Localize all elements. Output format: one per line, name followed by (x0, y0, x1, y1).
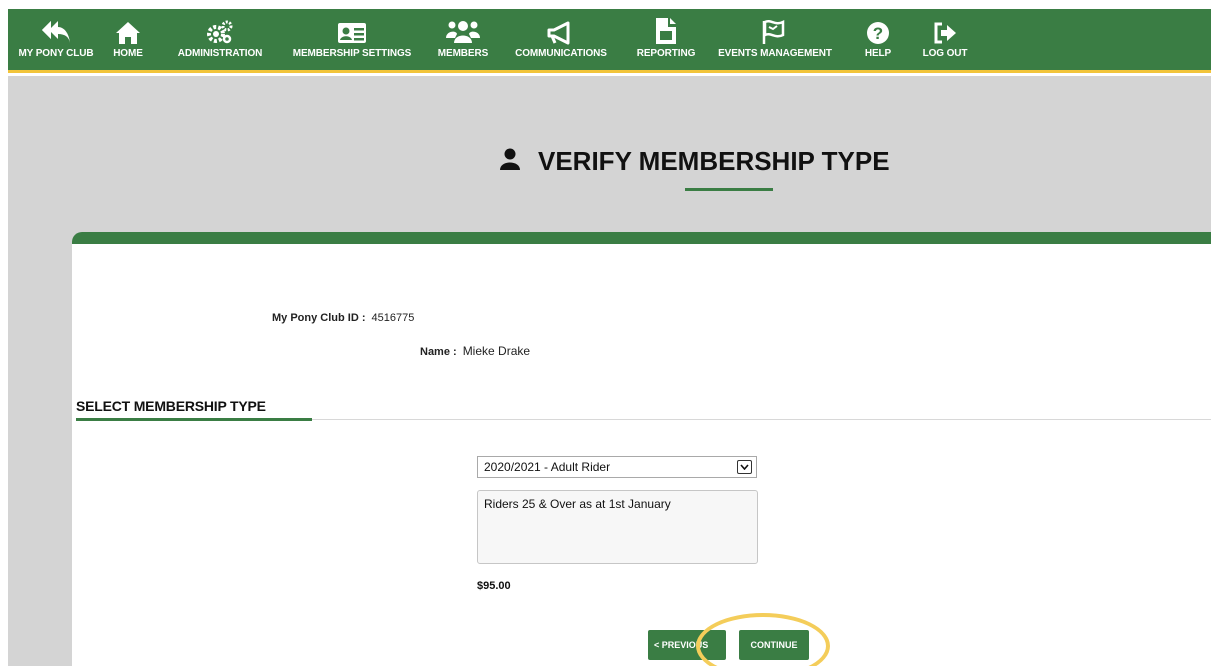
member-id-row: My Pony Club ID : 4516775 (272, 312, 414, 324)
previous-button[interactable]: < PREVIOUS (648, 630, 726, 660)
nav-reporting[interactable]: REPORTING (628, 9, 704, 73)
page-title-text: VERIFY MEMBERSHIP TYPE (538, 146, 890, 176)
nav-help[interactable]: ? HELP (860, 9, 896, 73)
member-id-value: 4516775 (371, 312, 415, 324)
nav-events-management[interactable]: EVENTS MANAGEMENT (711, 9, 839, 73)
id-card-icon (337, 9, 367, 47)
title-underline (685, 188, 773, 191)
nav-home[interactable]: HOME (108, 9, 148, 73)
user-icon (500, 146, 520, 177)
svg-text:?: ? (873, 24, 883, 43)
section-underline (76, 418, 312, 421)
megaphone-icon (546, 9, 576, 47)
nav-my-pony-club[interactable]: MY PONY CLUB (12, 9, 100, 73)
chevron-down-icon[interactable] (737, 460, 752, 474)
member-name-value: Mieke Drake (462, 344, 531, 358)
member-id-label: My Pony Club ID : (272, 312, 366, 324)
report-icon (654, 9, 678, 47)
reply-all-icon (41, 9, 71, 47)
continue-button[interactable]: CONTINUE (739, 630, 809, 660)
membership-price: $95.00 (477, 580, 511, 592)
membership-description[interactable]: Riders 25 & Over as at 1st January (477, 490, 758, 564)
member-name-label: Name : (420, 346, 457, 358)
gears-icon (206, 9, 234, 47)
content-card: My Pony Club ID : 4516775 Name : Mieke D… (72, 232, 1211, 666)
membership-type-selected: 2020/2021 - Adult Rider (484, 460, 611, 474)
section-heading: SELECT MEMBERSHIP TYPE (76, 398, 266, 414)
nav-membership-settings[interactable]: MEMBERSHIP SETTINGS (286, 9, 418, 73)
flag-icon (761, 9, 789, 47)
member-name-row: Name : Mieke Drake (420, 344, 530, 358)
nav-administration[interactable]: ADMINISTRATION (172, 9, 268, 73)
nav-members[interactable]: MEMBERS (433, 9, 493, 73)
home-icon (115, 9, 141, 47)
membership-type-select[interactable]: 2020/2021 - Adult Rider (477, 456, 757, 478)
nav-log-out[interactable]: LOG OUT (920, 9, 970, 73)
question-circle-icon: ? (866, 9, 890, 47)
sign-out-icon (933, 9, 957, 47)
users-icon (446, 9, 480, 47)
nav-communications[interactable]: COMMUNICATIONS (508, 9, 614, 73)
page-title: VERIFY MEMBERSHIP TYPE (500, 146, 890, 177)
page-header: VERIFY MEMBERSHIP TYPE (500, 146, 960, 196)
top-navigation-bar: MY PONY CLUB HOME ADMINISTRATION MEMBERS… (8, 9, 1211, 73)
